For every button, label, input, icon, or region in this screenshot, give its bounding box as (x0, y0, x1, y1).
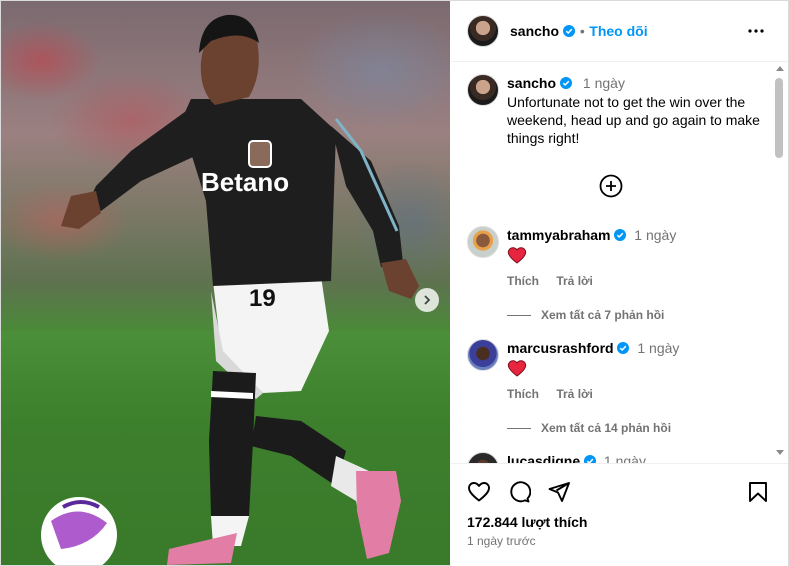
comments-scrollbar[interactable] (773, 62, 785, 463)
comment-reply-button[interactable]: Trả lời (556, 274, 593, 288)
author-avatar[interactable] (467, 15, 499, 47)
verified-badge-icon (560, 77, 573, 89)
verified-badge-icon (563, 25, 576, 37)
replies-divider (507, 427, 531, 429)
post-photo[interactable]: Betano 19 (1, 1, 450, 565)
view-replies-label: Xem tất cả 7 phản hồi (541, 308, 665, 322)
comment-item: tammyabraham 1 ngày Thích Trả lời Xem tấ… (467, 226, 767, 336)
player-illustration: Betano 19 (41, 14, 419, 565)
next-image-button[interactable] (415, 288, 439, 312)
comment-reply-button[interactable]: Trả lời (556, 387, 593, 401)
view-replies-button[interactable]: Xem tất cả 7 phản hồi (507, 308, 664, 322)
sponsor-text: Betano (201, 167, 289, 197)
scrollbar-thumb[interactable] (775, 78, 783, 158)
post-header: sancho • Theo dõi (451, 1, 788, 62)
jersey-number: 19 (249, 285, 276, 312)
save-icon[interactable] (746, 480, 770, 504)
more-options-icon (748, 29, 764, 33)
header-separator: • (579, 23, 585, 39)
replies-divider (507, 314, 531, 316)
comments-scroll-area[interactable]: sancho 1 ngày Unfortunate not to get the… (451, 62, 788, 463)
commenter-avatar[interactable] (467, 339, 499, 371)
commenter-avatar[interactable] (467, 452, 499, 463)
header-meta: sancho • Theo dõi (510, 23, 648, 41)
comment-like-button[interactable]: Thích (507, 387, 539, 401)
comment-item: lucasdigne 1 ngày (467, 452, 767, 463)
verified-badge-icon (617, 342, 630, 354)
post-caption: Unfortunate not to get the win over the … (507, 94, 760, 146)
verified-badge-icon (584, 455, 597, 463)
commenter-username[interactable]: tammyabraham (507, 227, 611, 243)
caption-time[interactable]: 1 ngày (583, 75, 625, 91)
comment-actions: Thích Trả lời (507, 387, 607, 401)
scroll-up-arrow[interactable] (776, 66, 784, 71)
post-actions-bar: 172.844 lượt thích 1 ngày trước (451, 463, 788, 566)
comment-actions: Thích Trả lời (507, 274, 607, 288)
caption-author-avatar[interactable] (467, 74, 499, 106)
comment-item: marcusrashford 1 ngày Thích Trả lời Xem … (467, 339, 767, 449)
comment-meta: lucasdigne 1 ngày (507, 453, 646, 463)
caption-meta: sancho 1 ngày (507, 75, 625, 93)
author-username[interactable]: sancho (510, 23, 559, 39)
more-options-button[interactable] (746, 21, 766, 41)
comment-meta: marcusrashford 1 ngày (507, 340, 679, 356)
view-replies-button[interactable]: Xem tất cả 14 phản hồi (507, 421, 671, 435)
commenter-username[interactable]: lucasdigne (507, 453, 580, 463)
commenter-avatar[interactable] (467, 226, 499, 258)
like-icon[interactable] (467, 480, 491, 504)
heart-emoji-icon (507, 360, 527, 377)
verified-badge-icon (614, 229, 627, 241)
share-icon[interactable] (547, 480, 571, 504)
post-timestamp[interactable]: 1 ngày trước (467, 534, 536, 548)
scroll-down-arrow[interactable] (776, 450, 784, 455)
view-replies-label: Xem tất cả 14 phản hồi (541, 421, 672, 435)
next-arrow-icon (424, 295, 431, 305)
comment-time[interactable]: 1 ngày (634, 227, 676, 243)
comment-like-button[interactable]: Thích (507, 274, 539, 288)
heart-emoji-icon (507, 247, 527, 264)
load-more-comments-icon[interactable] (599, 174, 623, 198)
follow-button[interactable]: Theo dõi (589, 23, 647, 39)
commenter-username[interactable]: marcusrashford (507, 340, 614, 356)
post-side-panel: sancho • Theo dõi sancho 1 ngày Unfortun… (451, 1, 788, 566)
caption-author-username[interactable]: sancho (507, 75, 556, 91)
comment-time[interactable]: 1 ngày (604, 453, 646, 463)
likes-count[interactable]: 172.844 lượt thích (467, 514, 587, 530)
comment-meta: tammyabraham 1 ngày (507, 227, 676, 243)
comment-icon[interactable] (507, 480, 531, 504)
comment-time[interactable]: 1 ngày (637, 340, 679, 356)
